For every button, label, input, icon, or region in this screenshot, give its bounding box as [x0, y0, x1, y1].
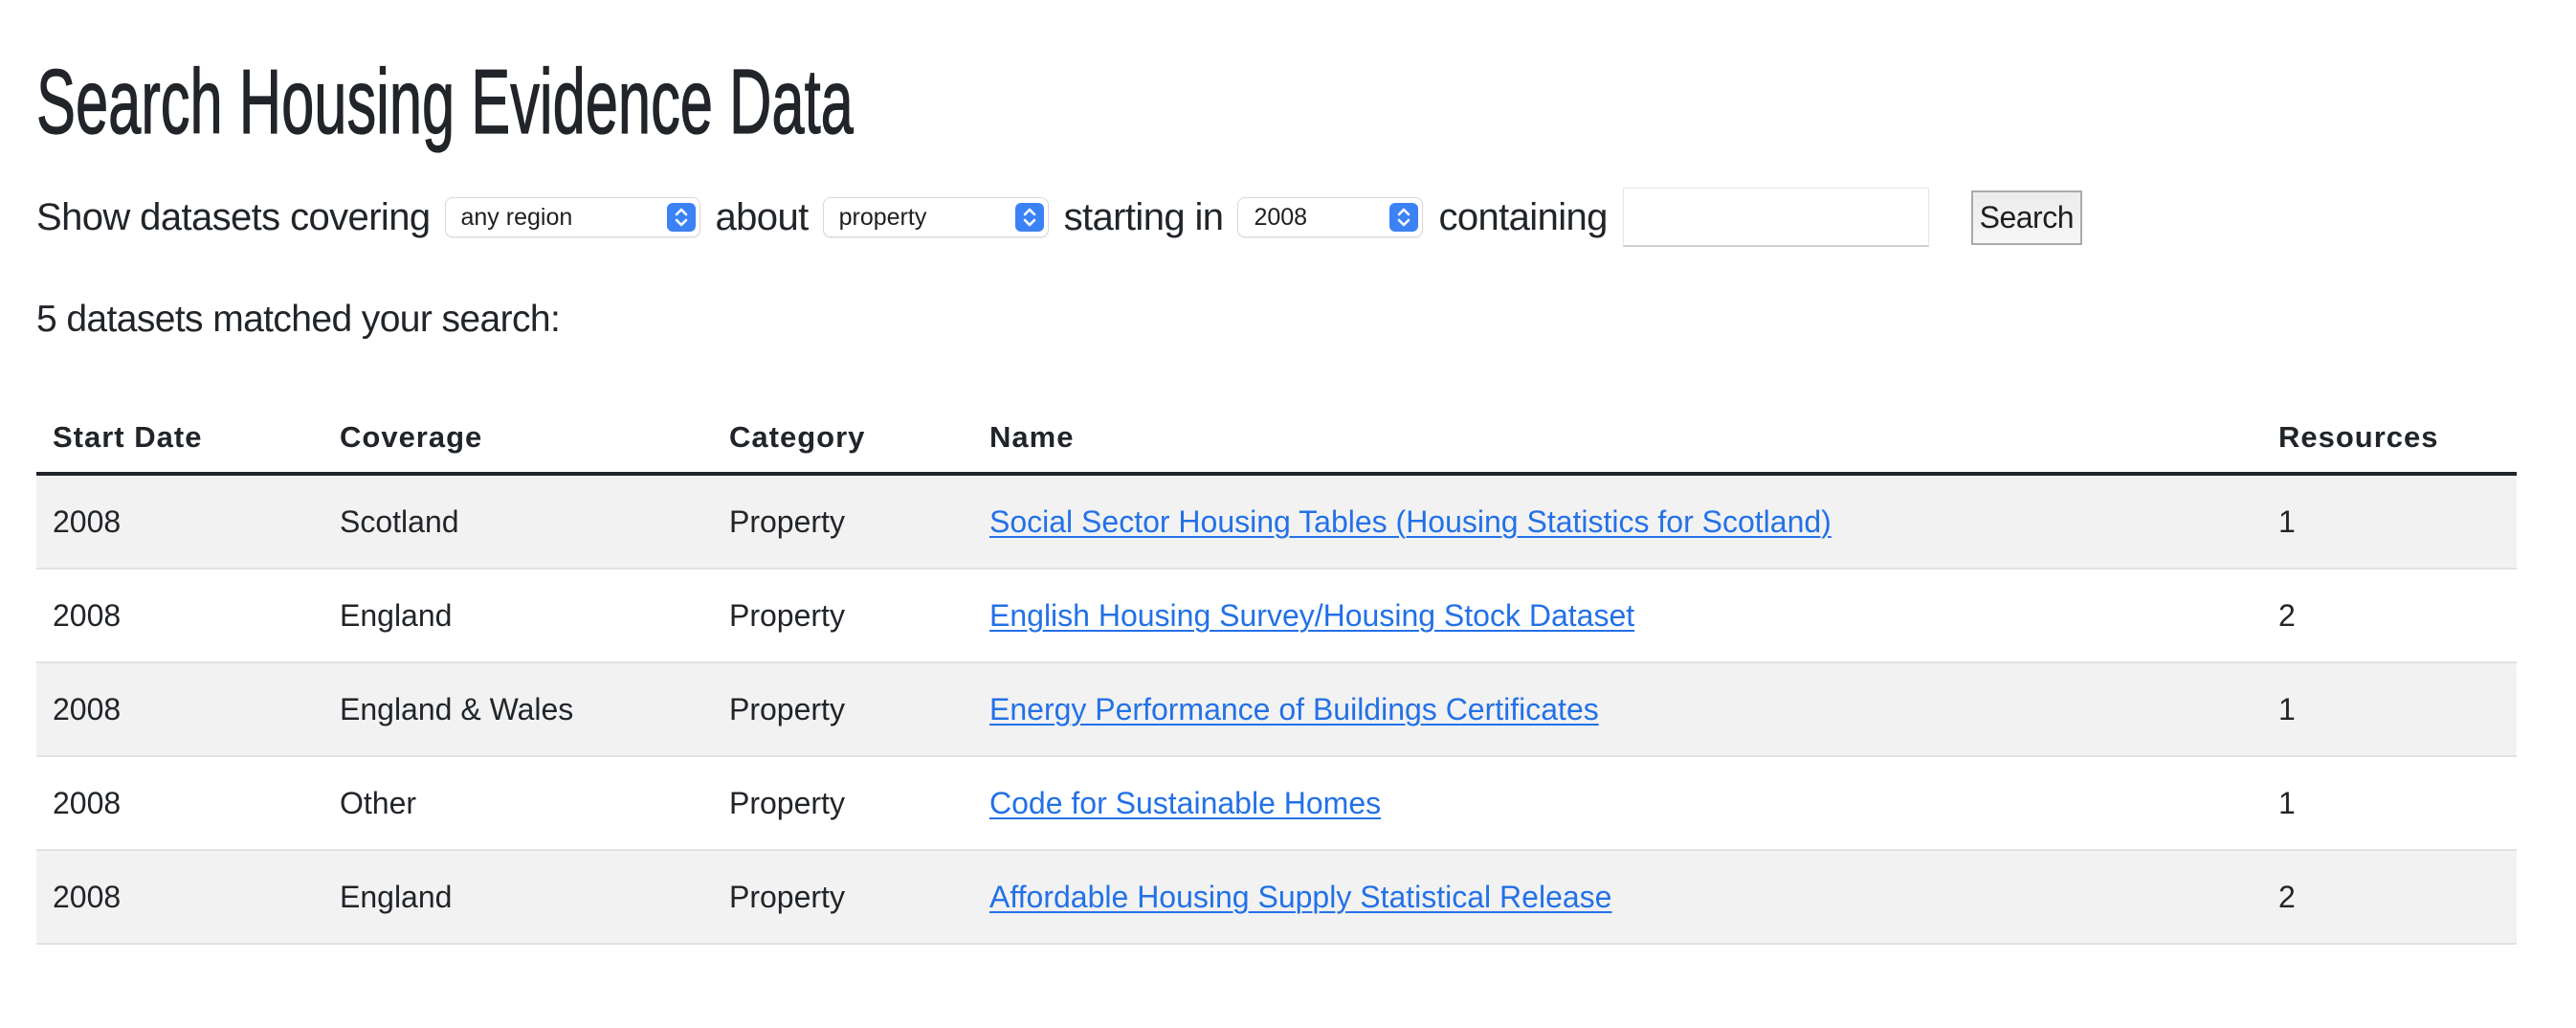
table-row: 2008 England Property Affordable Housing…	[36, 850, 2517, 945]
column-header-resources: Resources	[2262, 402, 2517, 476]
dataset-link[interactable]: Social Sector Housing Tables (Housing St…	[989, 504, 1832, 539]
search-filters: Show datasets covering any region about …	[36, 187, 2082, 248]
starting-in-label: starting in	[1063, 195, 1224, 238]
covering-label: Show datasets covering	[36, 195, 431, 238]
table-header-row: Start Date Coverage Category Name Resour…	[36, 402, 2517, 476]
dataset-link[interactable]: Affordable Housing Supply Statistical Re…	[989, 880, 1611, 914]
start-date-cell: 2008	[36, 569, 323, 663]
start-date-cell: 2008	[36, 474, 323, 570]
results-summary: 5 datasets matched your search:	[36, 299, 561, 340]
dataset-link[interactable]: Code for Sustainable Homes	[989, 786, 1381, 820]
coverage-cell: England	[323, 850, 713, 945]
up-down-chevron-icon	[666, 203, 696, 232]
keyword-input[interactable]	[1622, 188, 1929, 247]
name-cell: Affordable Housing Supply Statistical Re…	[973, 850, 2262, 945]
year-select[interactable]: 2008	[1238, 198, 1423, 236]
coverage-cell: Other	[323, 756, 713, 851]
column-header-name: Name	[973, 402, 2262, 476]
column-header-category: Category	[713, 402, 973, 476]
dataset-link[interactable]: English Housing Survey/Housing Stock Dat…	[989, 598, 1634, 633]
up-down-chevron-icon	[1389, 203, 1419, 232]
category-cell: Property	[713, 756, 973, 851]
coverage-cell: England	[323, 569, 713, 663]
coverage-cell: Scotland	[323, 474, 713, 570]
region-select[interactable]: any region	[445, 198, 700, 236]
topic-select-value: property	[838, 203, 927, 231]
region-select-value: any region	[460, 203, 573, 231]
start-date-cell: 2008	[36, 662, 323, 757]
table-row: 2008 Other Property Code for Sustainable…	[36, 756, 2517, 851]
search-button[interactable]: Search	[1970, 190, 2082, 245]
table-row: 2008 England Property English Housing Su…	[36, 569, 2517, 663]
column-header-coverage: Coverage	[323, 402, 713, 476]
resources-cell: 1	[2262, 756, 2517, 851]
start-date-cell: 2008	[36, 756, 323, 851]
resources-cell: 2	[2262, 569, 2517, 663]
resources-cell: 1	[2262, 662, 2517, 757]
name-cell: English Housing Survey/Housing Stock Dat…	[973, 569, 2262, 663]
resources-cell: 1	[2262, 474, 2517, 570]
name-cell: Social Sector Housing Tables (Housing St…	[973, 474, 2262, 570]
results-table: Start Date Coverage Category Name Resour…	[36, 402, 2517, 945]
containing-label: containing	[1438, 195, 1608, 238]
table-row: 2008 England & Wales Property Energy Per…	[36, 662, 2517, 757]
column-header-start-date: Start Date	[36, 402, 323, 476]
name-cell: Code for Sustainable Homes	[973, 756, 2262, 851]
start-date-cell: 2008	[36, 850, 323, 945]
table-row: 2008 Scotland Property Social Sector Hou…	[36, 474, 2517, 570]
category-cell: Property	[713, 662, 973, 757]
page-title: Search Housing Evidence Data	[36, 50, 855, 153]
category-cell: Property	[713, 474, 973, 570]
coverage-cell: England & Wales	[323, 662, 713, 757]
category-cell: Property	[713, 850, 973, 945]
category-cell: Property	[713, 569, 973, 663]
topic-select[interactable]: property	[823, 198, 1048, 236]
name-cell: Energy Performance of Buildings Certific…	[973, 662, 2262, 757]
dataset-link[interactable]: Energy Performance of Buildings Certific…	[989, 692, 1599, 726]
resources-cell: 2	[2262, 850, 2517, 945]
year-select-value: 2008	[1254, 203, 1308, 231]
about-label: about	[715, 195, 810, 238]
up-down-chevron-icon	[1014, 203, 1044, 232]
